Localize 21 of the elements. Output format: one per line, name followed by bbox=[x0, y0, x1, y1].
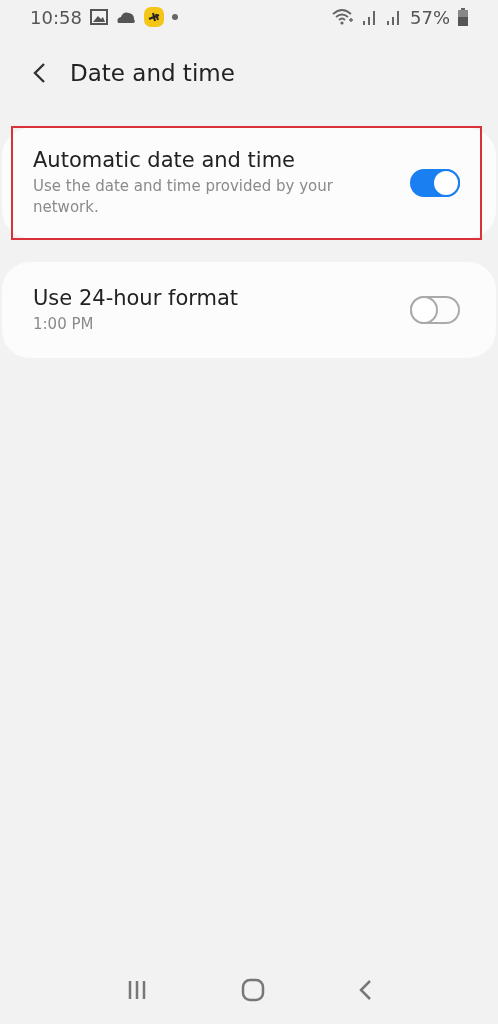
setting-card[interactable]: Automatic date and time Use the date and time provided by your network. bbox=[2, 128, 496, 238]
toggle-switch[interactable] bbox=[410, 169, 460, 197]
signal-icon bbox=[386, 9, 402, 25]
toggle-switch[interactable] bbox=[410, 296, 460, 324]
wifi-icon bbox=[332, 8, 354, 26]
dot-icon bbox=[171, 14, 178, 20]
setting-summary: Use the date and time provided by your network. bbox=[33, 176, 334, 218]
back-icon[interactable] bbox=[32, 62, 46, 84]
page-title: Date and time bbox=[70, 60, 235, 86]
battery-icon bbox=[458, 8, 468, 26]
status-time: 10:58 bbox=[30, 6, 82, 28]
setting-title: Use 24-hour format bbox=[33, 285, 240, 310]
gallery-icon bbox=[89, 9, 108, 25]
setting-card[interactable]: Use 24-hour format 1:00 PM bbox=[2, 262, 496, 358]
home-icon[interactable] bbox=[241, 978, 265, 1002]
signal-icon bbox=[362, 9, 378, 25]
app-badge-icon bbox=[143, 7, 164, 27]
cloud-icon bbox=[115, 11, 136, 23]
setting-summary: 1:00 PM bbox=[33, 313, 95, 335]
battery-percent: 57% bbox=[410, 6, 450, 28]
setting-title: Automatic date and time bbox=[33, 148, 297, 172]
